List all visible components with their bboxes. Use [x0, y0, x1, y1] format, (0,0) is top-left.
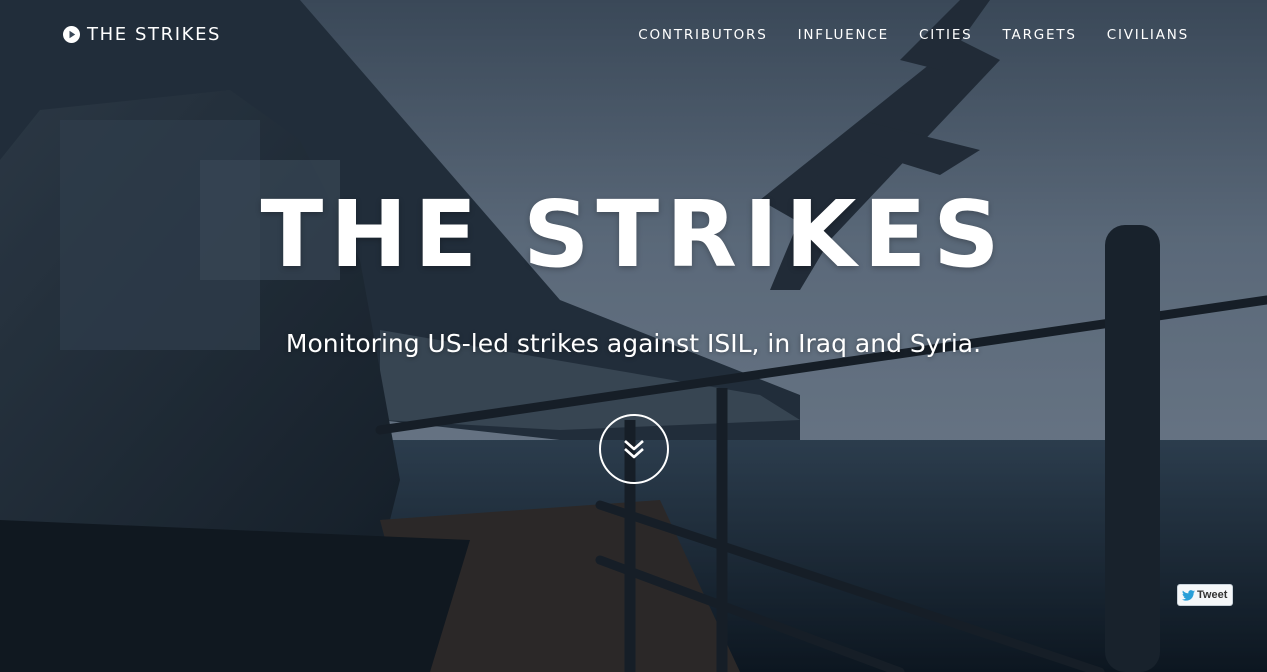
- nav-item-influence[interactable]: INFLUENCE: [798, 27, 889, 43]
- tweet-button[interactable]: Tweet: [1177, 584, 1234, 606]
- hero-subtitle: Monitoring US-led strikes against ISIL, …: [285, 329, 982, 358]
- play-circle-icon: [63, 26, 80, 43]
- tweet-label: Tweet: [1197, 589, 1228, 601]
- nav-item-cities[interactable]: CITIES: [919, 27, 973, 43]
- brand-name: THE STRIKES: [87, 24, 222, 45]
- brand-link[interactable]: THE STRIKES: [63, 24, 221, 45]
- nav-item-targets[interactable]: TARGETS: [1003, 27, 1077, 43]
- hero-section: THE STRIKES CONTRIBUTORS INFLUENCE CITIE…: [0, 0, 1267, 672]
- main-menu: CONTRIBUTORS INFLUENCE CITIES TARGETS CI…: [638, 27, 1189, 43]
- hero-title: THE STRIKES: [260, 181, 1007, 288]
- nav-item-contributors[interactable]: CONTRIBUTORS: [638, 27, 767, 43]
- twitter-bird-icon: [1182, 589, 1195, 601]
- scroll-down-button[interactable]: [599, 414, 669, 484]
- nav-item-civilians[interactable]: CIVILIANS: [1107, 27, 1189, 43]
- top-navbar: THE STRIKES CONTRIBUTORS INFLUENCE CITIE…: [0, 0, 1267, 72]
- double-chevron-down-icon: [624, 440, 644, 459]
